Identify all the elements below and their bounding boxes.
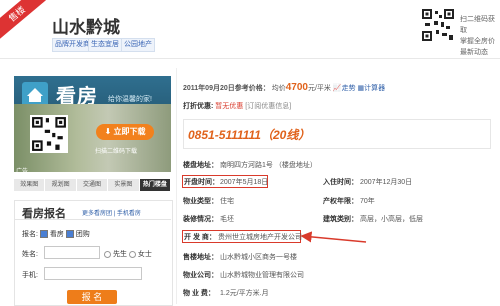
move-in-value: 2007年12月30日: [360, 179, 413, 186]
sales-address-value: 山水黔城小区商务一号楼: [220, 254, 297, 261]
group-buy-checkbox[interactable]: [65, 230, 74, 239]
subscribe-promo-link[interactable]: [订阅优惠信息]: [245, 103, 291, 110]
tab-rendering[interactable]: 效果图: [14, 179, 46, 191]
tab-traffic[interactable]: 交通图: [77, 179, 109, 191]
tag-park-estate[interactable]: 公园地产: [121, 38, 155, 52]
open-date-value: 2007年5月18日: [220, 179, 269, 186]
tenure-label: 产权年限：: [323, 198, 358, 205]
female-radio[interactable]: [128, 250, 136, 258]
building-type-label: 建筑类别：: [323, 216, 358, 223]
price-line: 2011年09月20日参考价格： 均价4700元/平米 📈走势 ▦计算器: [183, 82, 386, 93]
download-caption: 扫描二维码下载: [95, 149, 138, 155]
page-title: 山水黔城: [52, 18, 120, 37]
viewing-checkbox[interactable]: [39, 230, 48, 239]
tab-real-photo[interactable]: 实景图: [108, 179, 140, 191]
register-options: 报名: 看房 团购: [22, 230, 90, 239]
open-date-label: 开盘时间：: [184, 179, 219, 186]
divider: [14, 219, 171, 220]
tab-hot[interactable]: 热门楼盘: [139, 179, 172, 191]
phone-input[interactable]: [44, 267, 142, 280]
phone-number: 0851-5111111（20线）: [188, 128, 311, 142]
name-label: 姓名:: [22, 251, 38, 258]
calculator-link[interactable]: ▦计算器: [358, 85, 386, 92]
sales-address-label: 售楼地址：: [183, 254, 218, 261]
image-tabs: 效果图 规划图 交通图 实景图 热门楼盘: [14, 179, 172, 191]
promo-value: 暂无优惠: [215, 103, 244, 110]
fee-value: 1.2元/平方米.月: [220, 290, 269, 297]
management-label: 物业公司：: [183, 272, 218, 279]
promo-line: 打折优惠: 暂无优惠 [订阅优惠信息]: [183, 103, 292, 110]
decoration-label: 装修情况：: [183, 216, 218, 223]
banner-slogan: 给你温馨的家!: [108, 96, 152, 103]
developer-label: 开 发 商：: [184, 234, 216, 241]
name-input[interactable]: [44, 246, 100, 259]
qr-code-icon: [30, 115, 68, 153]
ad-label: 广告: [16, 169, 29, 175]
qr-caption: 扫二维码获取 掌握全房价 最新动态: [460, 16, 495, 56]
gender-options: 先生 女士: [104, 249, 152, 259]
trend-link[interactable]: 📈走势: [333, 85, 356, 92]
property-type-label: 物业类型：: [183, 198, 218, 205]
tag-brand-developer[interactable]: 品牌开发商: [52, 38, 93, 52]
move-in-label: 入住时间：: [323, 179, 358, 186]
price-value: 4700: [285, 82, 308, 93]
register-button[interactable]: 报 名: [67, 290, 117, 304]
fee-label: 物 业 费：: [183, 290, 215, 297]
decoration-value: 毛坯: [220, 216, 234, 223]
registration-links[interactable]: 更多看房团 | 手机看房: [82, 208, 141, 217]
building-type-value: 高层，小高层，低层: [360, 216, 423, 223]
qr-code-icon: [421, 8, 455, 42]
phone-label: 手机:: [22, 272, 38, 279]
download-button[interactable]: ⬇ 立即下载: [96, 124, 154, 140]
property-type-value: 住宅: [220, 198, 234, 205]
developer-value: 贵州世立城房地产开发公司: [218, 234, 302, 241]
tab-plan[interactable]: 规划图: [45, 179, 77, 191]
management-value: 山水黔城物业管理有限公司: [220, 272, 304, 279]
tenure-value: 70年: [360, 198, 375, 205]
address-label: 楼盘地址：: [183, 162, 218, 169]
tag-eco-living[interactable]: 生态宜居: [88, 38, 122, 52]
male-radio[interactable]: [104, 250, 111, 258]
address-value: 南明四方河路1号 （楼盘地址）: [220, 162, 317, 169]
